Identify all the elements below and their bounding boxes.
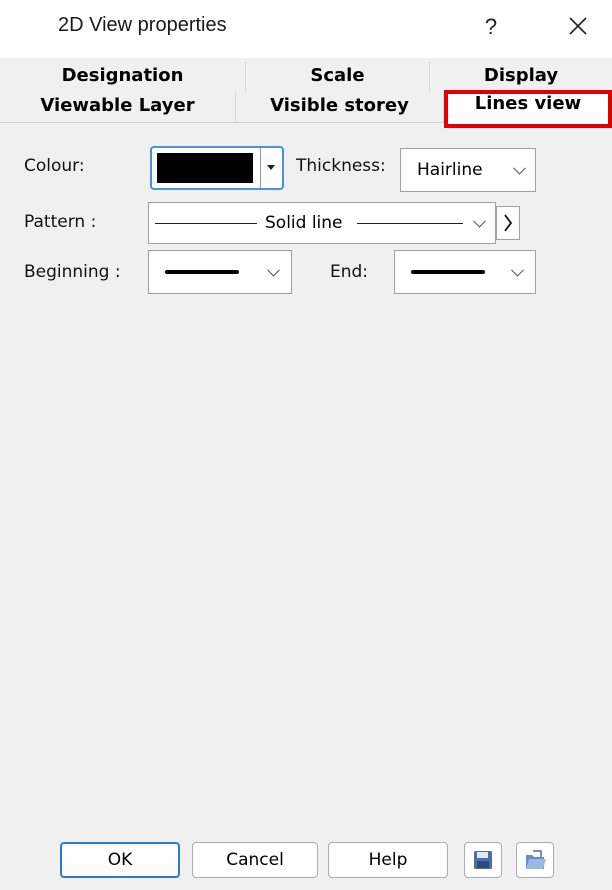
colour-picker[interactable]	[150, 146, 284, 190]
thickness-select[interactable]: Hairline	[400, 148, 536, 192]
pattern-select[interactable]: Solid line	[148, 202, 496, 244]
help-button[interactable]: Help	[328, 842, 448, 878]
line-style-preview	[411, 270, 485, 274]
close-icon	[569, 17, 587, 35]
tab-lines-view[interactable]: Lines view	[444, 90, 612, 128]
tab-viewable-layer[interactable]: Viewable Layer	[0, 92, 236, 122]
line-style-preview	[165, 270, 239, 274]
tab-visible-storey[interactable]: Visible storey	[236, 92, 444, 122]
help-question-button[interactable]: ?	[474, 10, 508, 44]
beginning-select[interactable]	[148, 250, 292, 294]
end-select[interactable]	[394, 250, 536, 294]
ok-button[interactable]: OK	[60, 842, 180, 878]
save-button[interactable]	[464, 842, 502, 878]
colour-label: Colour:	[24, 156, 85, 176]
caret-down-icon	[267, 165, 275, 170]
tabs-row-top: Designation Scale Display	[0, 62, 612, 92]
chevron-right-icon	[504, 214, 513, 232]
open-folder-icon	[526, 850, 546, 869]
tab-scale[interactable]: Scale	[246, 62, 430, 92]
thickness-label: Thickness:	[296, 156, 386, 176]
chevron-down-icon	[511, 263, 524, 277]
pattern-label: Pattern :	[24, 212, 97, 232]
end-label: End:	[330, 262, 369, 282]
tab-designation[interactable]: Designation	[0, 62, 246, 92]
cancel-button[interactable]: Cancel	[192, 842, 318, 878]
pattern-more-button[interactable]	[496, 206, 520, 240]
colour-swatch	[157, 153, 253, 183]
chevron-down-icon	[513, 161, 526, 175]
tabs-row-bottom: Viewable Layer Visible storey Lines view	[0, 90, 612, 128]
title-bar: 2D View properties ?	[0, 0, 612, 58]
save-icon	[474, 851, 492, 869]
chevron-down-icon	[473, 214, 486, 228]
thickness-value: Hairline	[417, 160, 483, 180]
tab-display[interactable]: Display	[430, 62, 612, 92]
pattern-value: Solid line	[265, 213, 343, 233]
beginning-label: Beginning :	[24, 262, 121, 282]
window-title: 2D View properties	[58, 14, 227, 36]
chevron-down-icon	[267, 263, 280, 277]
open-button[interactable]	[516, 842, 554, 878]
close-button[interactable]	[560, 10, 596, 44]
